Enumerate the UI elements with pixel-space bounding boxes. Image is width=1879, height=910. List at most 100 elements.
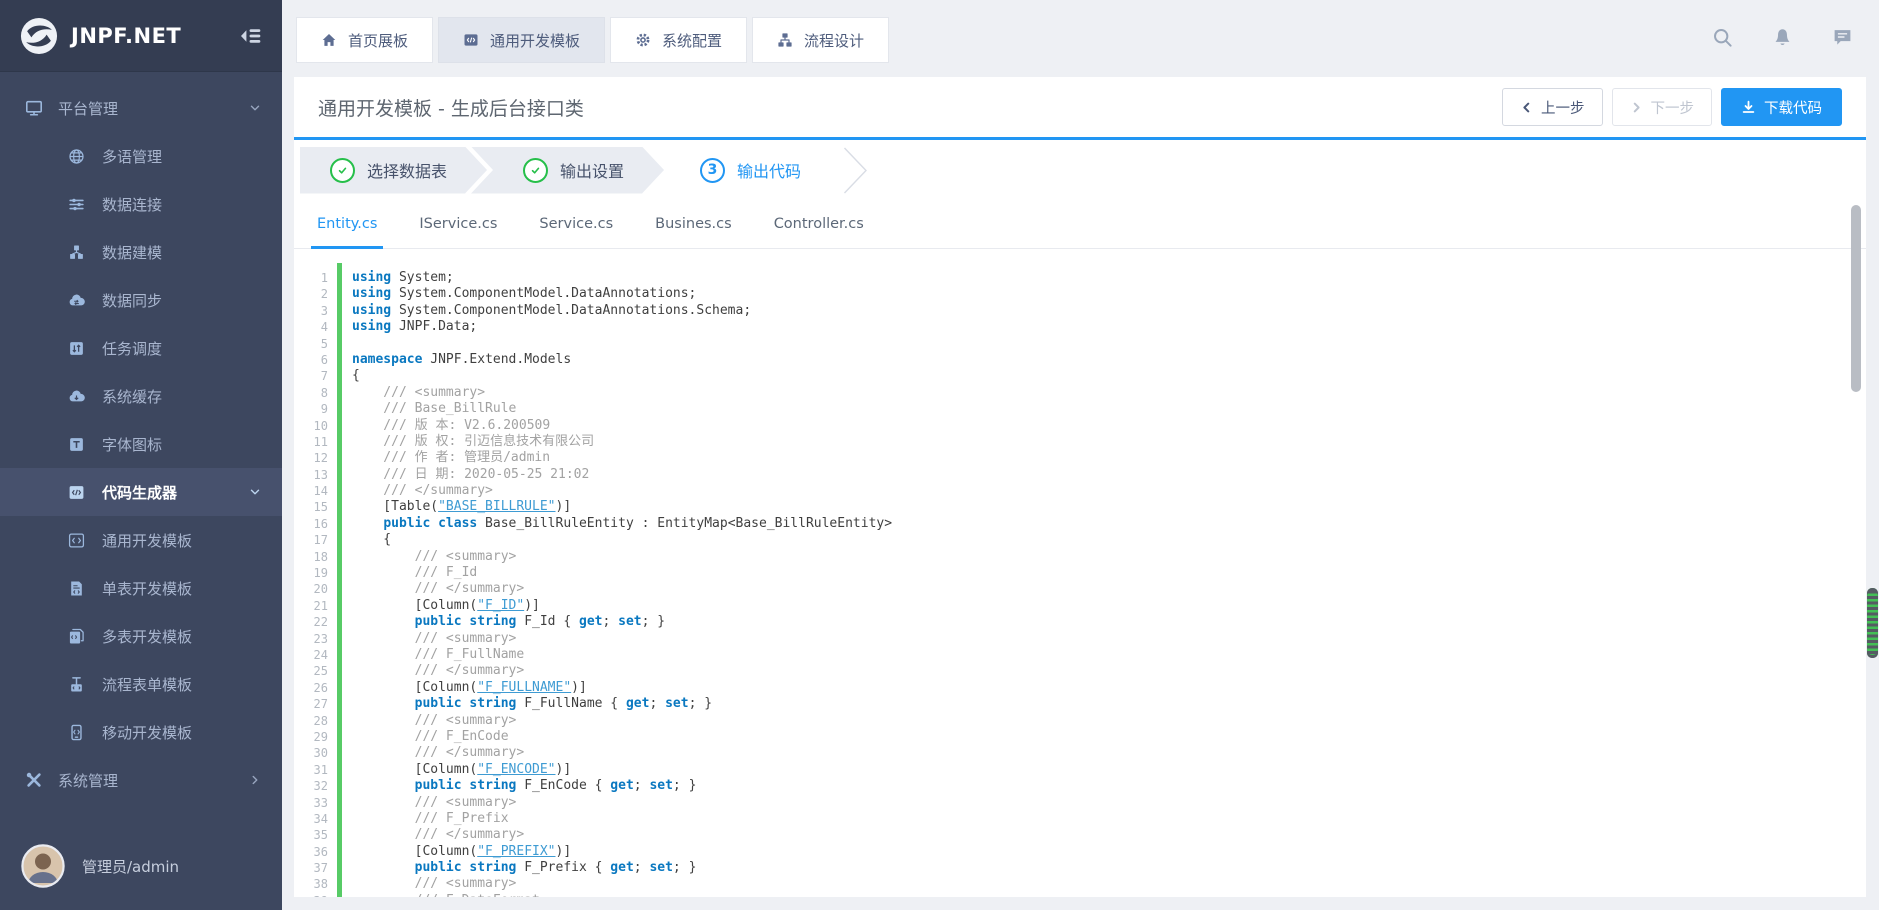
code-text: /// F_Id xyxy=(352,565,478,581)
code-text: using System.ComponentModel.DataAnnotati… xyxy=(352,302,752,318)
code-text: { xyxy=(352,532,392,548)
page-scrollbar-track xyxy=(1866,0,1879,910)
download-code-label: 下载代码 xyxy=(1764,100,1822,117)
sidebar-item[interactable]: 数据同步 xyxy=(0,276,282,324)
nav-tab-label: 流程设计 xyxy=(804,31,865,50)
docs-code-icon xyxy=(68,628,85,645)
sidebar-item[interactable]: 移动开发模板 xyxy=(0,708,282,756)
code-file-tab[interactable]: Service.cs xyxy=(518,200,634,248)
sidebar: JNPF.NET 平台管理多语管理数据连接数据建模 数据同步任务调度系统缓存 字体图… xyxy=(0,0,282,910)
line-number: 23 xyxy=(313,631,328,646)
code-text: public class Base_BillRuleEntity : Entit… xyxy=(383,515,893,531)
sidebar-item[interactable]: 系统管理 xyxy=(0,756,282,804)
line-number: 31 xyxy=(313,762,328,777)
sidebar-item-label: 任务调度 xyxy=(102,339,163,358)
cloud-cache-icon xyxy=(68,388,85,405)
code-text: /// <summary> xyxy=(352,794,517,810)
wizard-step[interactable]: 选择数据表 xyxy=(300,147,487,194)
font-icon xyxy=(68,436,85,453)
logo-bar: JNPF.NET xyxy=(0,0,282,72)
sidebar-item[interactable]: 单表开发模板 xyxy=(0,564,282,612)
page-scrollbar-thumb[interactable] xyxy=(1867,588,1878,658)
code-line: 27 public string F_FullName { get; set; … xyxy=(294,696,1866,712)
code-line: 1 using System; xyxy=(294,270,1866,286)
nav-tabs: 首页展板 通用开发模板 系统配置 流程设计 xyxy=(296,17,890,63)
code-line: 12 /// 作 者: 管理员/admin xyxy=(294,450,1866,466)
sidebar-item[interactable]: 通用开发模板 xyxy=(0,516,282,564)
line-number: 8 xyxy=(320,385,328,400)
code-file-tab[interactable]: IService.cs xyxy=(398,200,518,248)
line-number: 2 xyxy=(320,287,328,302)
sidebar-item[interactable]: 字体图标 xyxy=(0,420,282,468)
code-text: /// <summary> xyxy=(352,712,517,728)
content-scrollbar-thumb[interactable] xyxy=(1851,205,1861,392)
step-done-check-icon xyxy=(523,158,548,183)
search-icon[interactable] xyxy=(1712,27,1733,48)
sidebar-item[interactable]: 多语管理 xyxy=(0,132,282,180)
nav-tab-label: 系统配置 xyxy=(662,31,723,50)
sidebar-item[interactable]: 数据建模 xyxy=(0,228,282,276)
wizard-step[interactable]: 输出设置 xyxy=(471,147,664,194)
line-number: 12 xyxy=(313,451,328,466)
mobile-icon xyxy=(68,724,85,741)
code-text: /// 版 本: V2.6.200509 xyxy=(352,417,551,433)
sidebar-item-label: 平台管理 xyxy=(58,99,119,118)
sidebar-item-label: 代码生成器 xyxy=(102,483,178,502)
next-step-button[interactable]: 下一步 xyxy=(1611,88,1712,126)
code-line: 23 /// <summary> xyxy=(294,631,1866,647)
sliders-icon xyxy=(68,196,85,213)
user-panel[interactable]: 管理员/admin xyxy=(0,822,282,910)
sidebar-item-label: 流程表单模板 xyxy=(102,675,193,694)
sidebar-item[interactable]: 平台管理 xyxy=(0,84,282,132)
code-line: 22 public string F_Id { get; set; } xyxy=(294,614,1866,630)
nav-tab[interactable]: 系统配置 xyxy=(610,17,748,63)
sidebar-item[interactable]: 多表开发模板 xyxy=(0,612,282,660)
sidebar-item[interactable]: 代码生成器 xyxy=(0,468,282,516)
line-number: 16 xyxy=(313,516,328,531)
line-number: 6 xyxy=(320,352,328,367)
code-line: 20 /// </summary> xyxy=(294,581,1866,597)
wizard-step[interactable]: 3 输出代码 xyxy=(648,147,841,194)
sidebar-item[interactable]: 系统缓存 xyxy=(0,372,282,420)
code-text: /// F_DateFormat xyxy=(352,893,540,897)
line-number: 25 xyxy=(313,664,328,679)
cloud-sync-icon xyxy=(68,292,85,309)
nav-tab[interactable]: 通用开发模板 xyxy=(438,17,606,63)
chevron-down-icon xyxy=(248,101,262,115)
line-number: 1 xyxy=(320,271,328,285)
prev-step-button[interactable]: 上一步 xyxy=(1502,88,1603,126)
code-line: 8 /// <summary> xyxy=(294,385,1866,401)
line-number: 35 xyxy=(313,828,328,843)
line-number: 4 xyxy=(320,320,328,335)
code-text: /// <summary> xyxy=(352,384,486,400)
line-number: 20 xyxy=(313,582,328,597)
check-icon xyxy=(336,164,349,177)
sidebar-item[interactable]: 任务调度 xyxy=(0,324,282,372)
sidebar-item[interactable]: 流程表单模板 xyxy=(0,660,282,708)
code-file-tab[interactable]: Busines.cs xyxy=(634,200,753,248)
line-number: 26 xyxy=(313,680,328,695)
bell-icon[interactable] xyxy=(1772,27,1793,48)
code-file-tab[interactable]: Controller.cs xyxy=(753,200,885,248)
nav-tab[interactable]: 流程设计 xyxy=(752,17,890,63)
code-text: /// 版 权: 引迈信息技术有限公司 xyxy=(352,433,595,449)
collapse-sidebar-button[interactable] xyxy=(238,24,262,48)
sidebar-item-label: 数据连接 xyxy=(102,195,163,214)
sidebar-item[interactable]: 数据连接 xyxy=(0,180,282,228)
nav-tab[interactable]: 首页展板 xyxy=(296,17,434,63)
content-card: 通用开发模板 - 生成后台接口类 上一步 下一步 下载代码 选择数据表 输出设置… xyxy=(294,77,1866,897)
code-line: 5 xyxy=(294,336,1866,352)
download-code-button[interactable]: 下载代码 xyxy=(1721,88,1842,126)
code-line: 13 /// 日 期: 2020-05-25 21:02 xyxy=(294,467,1866,483)
code-line: 15 [Table("BASE_BILLRULE")] xyxy=(294,499,1866,515)
code-text: /// </summary> xyxy=(352,581,525,597)
code-editor: 1 using System; 2 using System.ComponentMod… xyxy=(294,249,1866,897)
line-number: 29 xyxy=(313,729,328,744)
code-file-tab[interactable]: Entity.cs xyxy=(296,200,398,249)
line-number: 18 xyxy=(313,549,328,564)
code-line: 3 using System.ComponentModel.DataAnnotat… xyxy=(294,303,1866,319)
message-icon[interactable] xyxy=(1832,27,1853,48)
topbar: 首页展板 通用开发模板 系统配置 流程设计 xyxy=(282,0,1879,77)
main-area: 首页展板 通用开发模板 系统配置 流程设计 通用开发模板 - 生成后台接口类 上一步 … xyxy=(282,0,1879,910)
code-text: [Column("F_FULLNAME")] xyxy=(352,679,587,695)
